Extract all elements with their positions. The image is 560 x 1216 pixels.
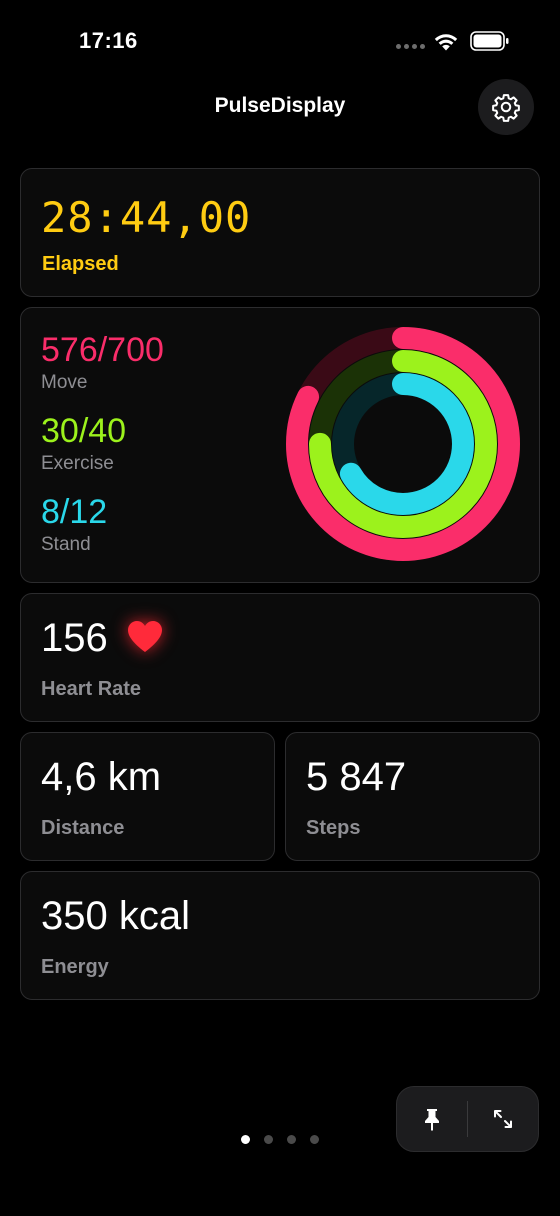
exercise-stat: 30/40 Exercise [41,411,126,475]
energy-label: Energy [41,956,109,978]
elapsed-label: Elapsed [42,253,119,275]
heart-rate-card: 156 Heart Rate [20,593,540,722]
activity-rings-card: 576/700 Move 30/40 Exercise 8/12 Stand [20,307,540,583]
status-time: 17:16 [79,28,138,53]
expand-button[interactable] [468,1087,538,1150]
expand-icon [494,1109,512,1128]
exercise-value: 30/40 [41,412,127,450]
page-dot[interactable] [241,1135,250,1144]
pin-icon [425,1108,439,1131]
heart-icon [128,621,162,652]
elapsed-time-value: 28:44,00 [41,193,252,242]
battery-icon [470,31,509,51]
gear-icon [492,94,520,122]
steps-label: Steps [306,817,361,839]
steps-value: 5 847 [306,755,407,799]
floating-toolbar [396,1086,539,1152]
move-label: Move [41,372,88,393]
status-bar: 17:16 [0,0,560,80]
activity-rings [286,327,520,561]
energy-value: 350 kcal [41,894,190,938]
distance-card: 4,6 km Distance [20,732,275,861]
energy-card: 350 kcal Energy [20,871,540,1000]
page-dot[interactable] [310,1135,319,1144]
distance-label: Distance [41,817,125,839]
elapsed-timer-card: 28:44,00 Elapsed [20,168,540,297]
steps-card: 5 847 Steps [285,732,540,861]
page-dot[interactable] [264,1135,273,1144]
cellular-signal-icon [396,44,425,49]
pin-button[interactable] [397,1087,467,1150]
move-value: 576/700 [41,331,164,369]
heart-rate-label: Heart Rate [41,678,142,700]
stand-stat: 8/12 Stand [41,492,107,556]
distance-value: 4,6 km [41,755,162,799]
stand-value: 8/12 [41,493,108,531]
move-stat: 576/700 Move [41,330,164,394]
settings-button[interactable] [478,79,534,135]
page-indicator[interactable] [241,1135,319,1144]
wifi-icon [434,34,458,51]
screen: 17:16 PulseDisplay 28:44,00 Elapsed 576/… [0,0,560,1216]
stand-label: Stand [41,534,91,555]
page-title: PulseDisplay [214,94,346,117]
heart-rate-value: 156 [41,616,108,660]
exercise-label: Exercise [41,453,114,474]
page-dot[interactable] [287,1135,296,1144]
